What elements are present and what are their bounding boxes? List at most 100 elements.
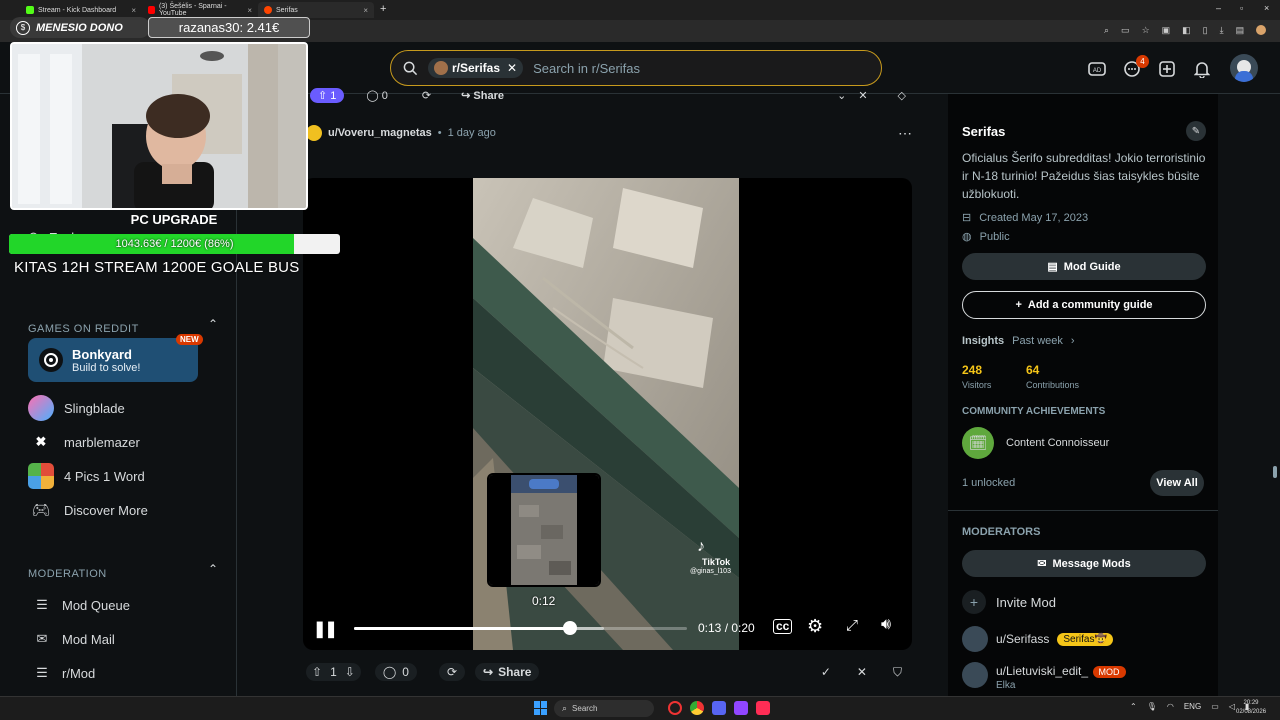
approve-icon[interactable]: ⌄ bbox=[837, 89, 846, 102]
sidebar-item-4pics[interactable]: 4 Pics 1 Word bbox=[28, 459, 218, 493]
crosspost-icon[interactable]: ⟳ bbox=[438, 663, 465, 681]
profile-icon[interactable] bbox=[1256, 25, 1267, 35]
stat-contributions: 64 Contributions bbox=[1026, 363, 1079, 390]
pause-button[interactable]: ❚❚ bbox=[313, 619, 338, 639]
search-input[interactable]: Search in r/Serifas bbox=[533, 61, 640, 76]
wifi-icon[interactable]: ◠ bbox=[1167, 702, 1174, 711]
search-bar[interactable]: r/Serifas ✕ Search in r/Serifas bbox=[390, 50, 882, 86]
approve-check-icon[interactable]: ✓ bbox=[821, 665, 831, 679]
game-card-bonkyard[interactable]: Bonkyard Build to solve! bbox=[28, 338, 198, 382]
community-info: Serifas ✎ Oficialus Šerifo subredditas! … bbox=[962, 121, 1206, 243]
bell-icon[interactable] bbox=[1191, 58, 1213, 80]
taskbar-search[interactable]: ⌕ Search bbox=[554, 700, 654, 717]
insights-row[interactable]: Insights Past week › bbox=[962, 335, 1075, 347]
share-button[interactable]: ↪ Share bbox=[461, 89, 504, 102]
sidebar-item-r-mod[interactable]: ☰ r/Mod bbox=[32, 656, 222, 690]
create-post-icon[interactable] bbox=[1156, 58, 1178, 80]
close-icon[interactable]: × bbox=[247, 6, 252, 15]
tab-youtube[interactable]: (3) Šešėlis - Sparnai - YouTube × bbox=[142, 2, 258, 18]
invite-mod-button[interactable]: + Invite Mod bbox=[962, 590, 1056, 614]
volume-icon[interactable]: ◁ bbox=[1229, 702, 1235, 711]
tab-kick-dashboard[interactable]: Stream - Kick Dashboard × bbox=[20, 2, 142, 18]
close-window-button[interactable]: × bbox=[1264, 3, 1269, 13]
chrome-icon[interactable] bbox=[690, 701, 704, 715]
video-player[interactable]: ♪ TikTok @ginas_l103 bbox=[303, 178, 912, 650]
discord-icon[interactable] bbox=[712, 701, 726, 715]
upvote-icon[interactable]: ⇧ bbox=[312, 665, 322, 679]
vote-pill[interactable]: ⇧ 1 bbox=[310, 87, 345, 103]
comment-button[interactable]: ◯ 0 bbox=[374, 663, 417, 681]
sidebar-item-label: Mod Mail bbox=[62, 631, 115, 647]
screenshot-icon[interactable]: ▤ bbox=[1236, 25, 1245, 36]
shield-icon[interactable]: ◇ bbox=[898, 89, 906, 102]
sidebar-item-discover-more[interactable]: 🎮︎ Discover More bbox=[28, 493, 218, 527]
message-mods-button[interactable]: ✉ Message Mods bbox=[962, 550, 1206, 577]
advertise-icon[interactable]: AD bbox=[1086, 58, 1108, 80]
close-icon[interactable]: × bbox=[363, 6, 368, 15]
download-icon[interactable]: ⤓ bbox=[1220, 25, 1224, 36]
sidebar-item-slingblade[interactable]: Slingblade bbox=[28, 391, 218, 425]
opera-icon[interactable] bbox=[668, 701, 682, 715]
seek-bar[interactable] bbox=[354, 621, 687, 635]
search-icon: ⌕ bbox=[562, 703, 568, 713]
clock[interactable]: 20:29 02/08/2026 bbox=[1236, 699, 1266, 717]
author-avatar[interactable] bbox=[306, 125, 322, 141]
achievement-item[interactable]: 🗓︎ Content Connoisseur bbox=[962, 427, 1109, 459]
seek-handle[interactable] bbox=[563, 621, 578, 635]
post-actions: ⇧ 1 ⇩ ◯ 0 ⟳ ↪ Share ✓ ✕ ⛉ bbox=[306, 660, 912, 684]
chevron-up-icon[interactable]: ⌃ bbox=[208, 562, 218, 576]
sidebar-item-marblemazer[interactable]: ✖ marblemazer bbox=[28, 425, 218, 459]
view-all-button[interactable]: View All bbox=[1150, 470, 1204, 496]
puzzle-icon[interactable]: ◧ bbox=[1182, 25, 1191, 36]
minimize-button[interactable]: – bbox=[1216, 3, 1221, 13]
volume-icon[interactable]: 🔊︎ bbox=[881, 616, 891, 634]
shield-icon[interactable]: ⛉ bbox=[893, 665, 902, 680]
cast-icon[interactable]: ▭ bbox=[1121, 25, 1130, 36]
moderator-row[interactable]: u/Serifass Serifas🤠 bbox=[962, 626, 1113, 652]
star-icon[interactable]: ☆ bbox=[1142, 25, 1150, 36]
contributions-value: 64 bbox=[1026, 363, 1040, 377]
upvote-icon[interactable]: ⇧ bbox=[318, 90, 327, 102]
downvote-icon[interactable]: ⇩ bbox=[345, 665, 355, 679]
sidebar-item-mod-mail[interactable]: ✉ Mod Mail bbox=[32, 622, 222, 656]
comment-button[interactable]: ◯ 0 bbox=[366, 89, 388, 102]
captions-icon[interactable]: cc bbox=[773, 619, 793, 634]
post-author[interactable]: u/Voveru_magnetas bbox=[328, 127, 432, 139]
gamepad-icon: 🎮︎ bbox=[31, 502, 51, 519]
input-language[interactable]: ENG bbox=[1184, 702, 1201, 711]
extension-icon[interactable]: ▣ bbox=[1162, 25, 1171, 36]
zoom-icon[interactable]: ⌕ bbox=[1104, 25, 1109, 36]
remove-x-icon[interactable]: ✕ bbox=[857, 665, 867, 679]
mic-icon[interactable]: 🎙︎ bbox=[1147, 702, 1157, 711]
community-avatar bbox=[434, 61, 448, 75]
maximize-button[interactable]: ▫ bbox=[1240, 3, 1243, 13]
edit-pencil-icon[interactable]: ✎ bbox=[1186, 121, 1206, 141]
sidebar-icon[interactable]: ▯ bbox=[1203, 25, 1208, 36]
windows-start-icon[interactable] bbox=[534, 701, 548, 715]
close-icon[interactable]: × bbox=[131, 6, 136, 15]
chevron-up-icon[interactable]: ⌃ bbox=[208, 317, 218, 331]
crosspost-icon[interactable]: ⟳ bbox=[422, 89, 431, 102]
settings-gear-icon[interactable]: ⚙ bbox=[807, 616, 823, 637]
close-icon[interactable]: ✕ bbox=[507, 61, 517, 75]
insights-label: Insights bbox=[962, 335, 1005, 347]
user-avatar[interactable] bbox=[1230, 54, 1258, 82]
remove-icon[interactable]: ✕ bbox=[858, 89, 867, 102]
avatar bbox=[962, 662, 988, 688]
add-guide-button[interactable]: + Add a community guide bbox=[962, 291, 1206, 319]
new-tab-button[interactable]: + bbox=[380, 3, 386, 15]
sidebar-item-mod-queue[interactable]: ☰ Mod Queue bbox=[32, 588, 222, 622]
more-options-icon[interactable]: ⋯ bbox=[898, 125, 912, 142]
tiktok-app-icon[interactable] bbox=[756, 701, 770, 715]
fullscreen-icon[interactable]: ⤢ bbox=[846, 617, 858, 634]
moderation-section-header[interactable]: MODERATION ⌃ bbox=[28, 562, 218, 582]
scrollbar-thumb[interactable] bbox=[1273, 466, 1277, 478]
chevron-up-icon[interactable]: ⌃ bbox=[1130, 702, 1137, 711]
obs-icon[interactable] bbox=[734, 701, 748, 715]
tab-serifas[interactable]: Serifas × bbox=[258, 2, 374, 18]
network-icon[interactable]: ▭ bbox=[1211, 702, 1219, 711]
mod-guide-button[interactable]: ▤ Mod Guide bbox=[962, 253, 1206, 280]
community-chip[interactable]: r/Serifas ✕ bbox=[428, 58, 524, 78]
share-button[interactable]: ↪ Share bbox=[475, 663, 540, 681]
moderator-row[interactable]: u/Lietuviski_edit_ MOD Elka bbox=[962, 662, 1126, 691]
